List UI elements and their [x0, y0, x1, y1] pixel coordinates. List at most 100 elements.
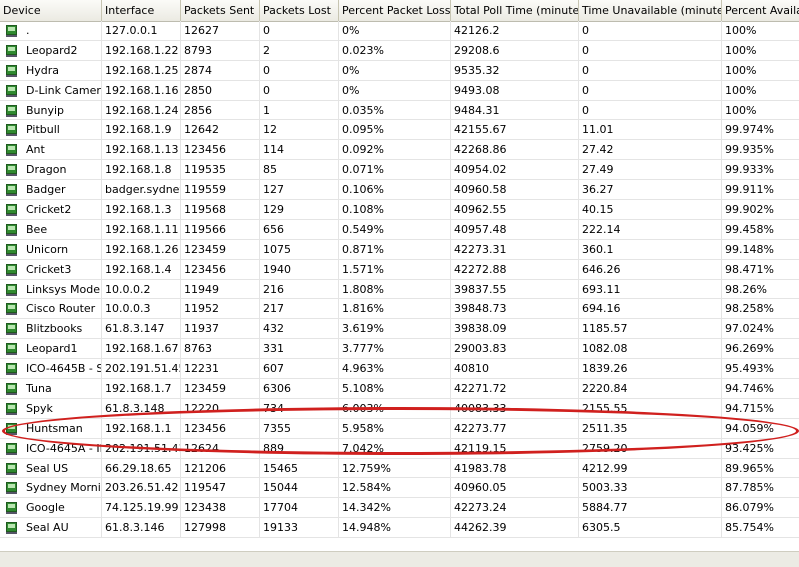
cell-poll: 39838.09: [451, 319, 579, 339]
cell-sent: 12220: [181, 398, 260, 418]
table-row[interactable]: Pitbull 192.168.1.9 12642 12 0.095% 42155.67 1…: [0, 120, 799, 141]
cell-poll: 40957.48: [451, 219, 579, 239]
table-row[interactable]: Huntsman 192.168.1.1 123456 7355 5.958% 42273…: [0, 418, 799, 439]
table-row[interactable]: Google 74.125.19.99 123438 17704 14.342% 4227…: [0, 498, 799, 519]
cell-loss: 0.549%: [339, 219, 451, 239]
table-row[interactable]: Hydra 192.168.1.25 2874 0 0% 9535.32 0 100%: [0, 60, 799, 81]
cell-poll: 9535.32: [451, 60, 579, 80]
device-name: Linksys Modem: [26, 282, 101, 296]
table-row[interactable]: . 127.0.0.1 12627 0 0% 42126.2 0 100%: [0, 21, 799, 41]
cell-device: Unicorn: [0, 239, 102, 259]
cell-sent: 119566: [181, 219, 260, 239]
cell-device: Blitzbooks: [0, 319, 102, 339]
column-header-time-unavailable[interactable]: Time Unavailable (minutes): [579, 0, 722, 21]
table-row[interactable]: Spyk 61.8.3.148 12220 734 6.003% 40083.33 2155…: [0, 398, 799, 419]
cell-loss: 0.871%: [339, 239, 451, 259]
table-row[interactable]: Sydney Morning203.26.51.421195471504412.…: [0, 478, 799, 499]
table-row[interactable]: Tuna 192.168.1.7 123459 6306 5.108% 42271.72 2…: [0, 379, 799, 399]
cell-unavail: 0: [579, 21, 722, 40]
table-row[interactable]: Cricket3 192.168.1.4 123456 1940 1.571% 42272…: [0, 259, 799, 280]
table-row[interactable]: Leopard1 192.168.1.67 8763 331 3.777% 29003.8…: [0, 339, 799, 360]
device-name: Cisco Router: [26, 302, 96, 316]
table-row[interactable]: Linksys Modem10.0.0.2119492161.808%39837…: [0, 279, 799, 300]
device-name: Bee: [26, 222, 48, 236]
column-header-packets-sent[interactable]: Packets Sent: [181, 0, 260, 21]
cell-poll: 40954.02: [451, 160, 579, 180]
device-name: D-Link Camera: [26, 83, 102, 97]
cell-unavail: 646.26: [579, 259, 722, 279]
cell-interface: 202.191.51.45: [102, 359, 181, 379]
table-row[interactable]: Bee 192.168.1.11 119566 656 0.549% 40957.48 22…: [0, 219, 799, 240]
table-row[interactable]: Unicorn 192.168.1.26 123459 1075 0.871% 42273…: [0, 239, 799, 260]
device-name: Seal US: [26, 461, 69, 475]
cell-lost: 331: [260, 339, 339, 359]
cell-loss: 14.342%: [339, 498, 451, 518]
cell-sent: 123456: [181, 259, 260, 279]
column-header-interface[interactable]: Interface: [102, 0, 181, 21]
cell-avail: 100%: [722, 21, 799, 40]
cell-device: D-Link Camera: [0, 80, 102, 100]
cell-avail: 96.269%: [722, 339, 799, 358]
cell-avail: 99.902%: [722, 200, 799, 219]
cell-sent: 123459: [181, 379, 260, 399]
table-row[interactable]: Seal US 66.29.18.65 121206 15465 12.759% 4198…: [0, 458, 799, 479]
cell-interface: 192.168.1.7: [102, 379, 181, 399]
cell-device: Leopard2: [0, 40, 102, 60]
cell-poll: 42273.31: [451, 239, 579, 259]
column-header-packets-lost[interactable]: Packets Lost: [260, 0, 339, 21]
cell-poll: 40083.33: [451, 398, 579, 418]
table-row[interactable]: D-Link Camera 192.168.1.16 2850 0 0% 9493.08 0…: [0, 80, 799, 101]
cell-interface: 74.125.19.99: [102, 498, 181, 518]
computer-icon: [6, 402, 17, 415]
cell-loss: 0%: [339, 21, 451, 40]
table-row[interactable]: ICO-4645A - IIS 202.191.51.41 12624 889 7.04…: [0, 438, 799, 459]
column-header-device[interactable]: Device: [0, 0, 102, 21]
cell-loss: 0.071%: [339, 160, 451, 180]
cell-device: ICO-4645A - IIS: [0, 438, 102, 458]
column-header-total-poll-time[interactable]: Total Poll Time (minutes): [451, 0, 579, 21]
table-row[interactable]: Bunyip 192.168.1.24 2856 1 0.035% 9484.31 0 100…: [0, 100, 799, 121]
table-row[interactable]: Ant 192.168.1.13 123456 114 0.092% 42268.86 27…: [0, 140, 799, 161]
cell-lost: 1075: [260, 239, 339, 259]
computer-icon: [6, 283, 17, 296]
table-row[interactable]: ICO-4645B - SC202.191.51.45122316074.963…: [0, 359, 799, 380]
cell-avail: 99.935%: [722, 140, 799, 159]
cell-unavail: 5884.77: [579, 498, 722, 518]
cell-poll: 42271.72: [451, 379, 579, 399]
cell-avail: 97.024%: [722, 319, 799, 338]
computer-icon: [6, 223, 17, 236]
cell-sent: 123456: [181, 140, 260, 160]
cell-device: Pitbull: [0, 120, 102, 140]
computer-icon: [6, 303, 17, 316]
table-row[interactable]: Dragon 192.168.1.8 119535 85 0.071% 40954.02 2…: [0, 160, 799, 181]
device-name: Seal AU: [26, 521, 69, 535]
table-row[interactable]: Cricket2 192.168.1.3 119568 129 0.108% 40962.…: [0, 200, 799, 220]
computer-icon: [6, 124, 17, 137]
horizontal-scrollbar[interactable]: [0, 551, 799, 567]
cell-device: Cricket2: [0, 200, 102, 220]
cell-loss: 0.106%: [339, 180, 451, 200]
table-row[interactable]: Cisco Router 10.0.0.3 11952 217 1.816% 39848.…: [0, 299, 799, 320]
cell-sent: 11949: [181, 279, 260, 299]
cell-unavail: 0: [579, 80, 722, 100]
table-row[interactable]: Blitzbooks 61.8.3.147 11937 432 3.619% 39838.…: [0, 319, 799, 340]
cell-avail: 95.493%: [722, 359, 799, 378]
cell-unavail: 1839.26: [579, 359, 722, 379]
cell-interface: badger.sydney.s: [102, 180, 181, 200]
cell-lost: 217: [260, 299, 339, 319]
cell-avail: 94.059%: [722, 419, 799, 438]
cell-sent: 119559: [181, 180, 260, 200]
cell-poll: 42272.88: [451, 259, 579, 279]
cell-interface: 192.168.1.13: [102, 140, 181, 160]
computer-icon: [6, 144, 17, 157]
table-row[interactable]: Seal AU 61.8.3.146 127998 19133 14.948% 44262…: [0, 518, 799, 539]
column-header-percent-available[interactable]: Percent Availab: [722, 0, 799, 21]
cell-device: Seal US: [0, 458, 102, 478]
table-row[interactable]: Badger badger.sydney.s1195591270.106%4096…: [0, 180, 799, 201]
column-header-percent-packet-loss[interactable]: Percent Packet Loss: [339, 0, 451, 21]
device-name: Dragon: [26, 163, 67, 177]
table-row[interactable]: Leopard2 192.168.1.22 8793 2 0.023% 29208.6 0 1…: [0, 40, 799, 61]
device-name: Leopard1: [26, 342, 78, 356]
cell-poll: 42126.2: [451, 21, 579, 40]
cell-sent: 2874: [181, 60, 260, 80]
